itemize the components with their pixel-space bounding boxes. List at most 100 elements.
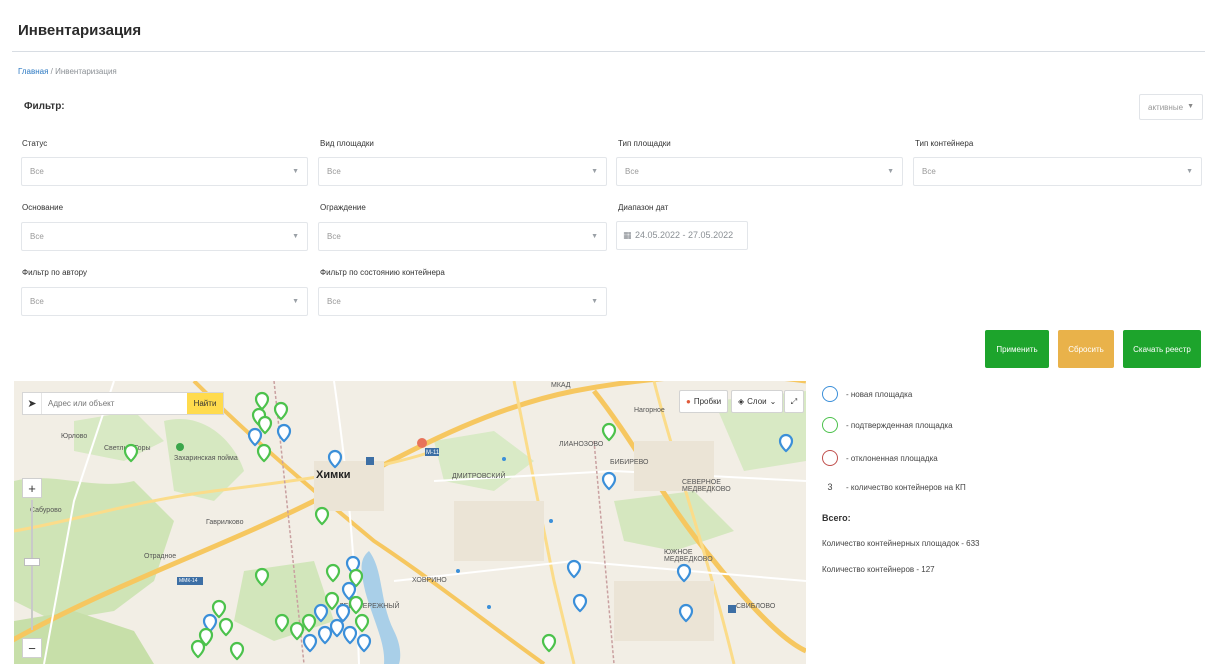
map-search-input[interactable] [41, 393, 187, 414]
map-pin-icon[interactable] [123, 443, 139, 463]
breadcrumb-home-link[interactable]: Главная [18, 67, 48, 76]
status-select[interactable]: Все ▼ [21, 157, 308, 186]
map-pin-icon[interactable] [190, 639, 206, 659]
zoom-in-button[interactable]: + [22, 478, 42, 498]
calendar-icon: ▦ [623, 230, 632, 240]
map-pin-icon[interactable] [257, 415, 273, 435]
map-pin-icon[interactable] [325, 563, 341, 583]
zoom-out-button[interactable]: − [22, 638, 42, 658]
chevron-down-icon: ▼ [591, 233, 598, 240]
map-pin-icon[interactable] [572, 593, 588, 613]
site-type-label: Тип площадки [618, 139, 671, 148]
map-pin-icon[interactable] [566, 559, 582, 579]
expand-icon: ⤢ [790, 396, 798, 406]
map-pin-icon[interactable] [601, 471, 617, 491]
container-state-value: Все [327, 297, 341, 306]
layers-label: Слои [747, 397, 767, 406]
total-containers: Количество контейнеров - 127 [822, 565, 935, 574]
chevron-down-icon: ▼ [292, 168, 299, 175]
map-pin-icon[interactable] [676, 563, 692, 583]
base-label: Основание [22, 203, 64, 212]
site-type-select[interactable]: Все ▼ [616, 157, 903, 186]
map-pin-icon[interactable] [274, 613, 290, 633]
apply-button[interactable]: Применить [985, 330, 1049, 368]
status-label: Статус [22, 139, 48, 148]
map-pin-icon[interactable] [327, 449, 343, 469]
map-pin-icon[interactable] [778, 433, 794, 453]
container-type-label: Тип контейнера [915, 139, 974, 148]
zoom-control: + − [22, 478, 42, 664]
location-arrow-icon[interactable]: ➤ [23, 397, 41, 410]
legend-rejected-site: - отклоненная площадка [822, 450, 938, 466]
totals-title: Всего: [822, 513, 851, 523]
map-pin-icon[interactable] [317, 625, 333, 645]
chevron-down-icon: ⌄ [769, 397, 777, 406]
status-value: Все [30, 167, 44, 176]
map-pin-icon[interactable] [256, 443, 272, 463]
traffic-icon: ● [686, 397, 691, 406]
site-kind-value: Все [327, 167, 341, 176]
map-pin-icon[interactable] [356, 633, 372, 653]
author-select[interactable]: Все ▼ [21, 287, 308, 316]
chevron-down-icon: ▼ [887, 168, 894, 175]
map-pin-icon[interactable] [313, 603, 329, 623]
chevron-down-icon: ▼ [292, 233, 299, 240]
fence-value: Все [327, 232, 341, 241]
map-pin-icon[interactable] [678, 603, 694, 623]
map-pin-icon[interactable] [329, 618, 345, 638]
map-pin-icon[interactable] [302, 633, 318, 653]
chevron-down-icon: ▼ [1187, 103, 1194, 110]
container-state-label: Фильтр по состоянию контейнера [320, 268, 445, 277]
zoom-slider-handle[interactable] [24, 558, 40, 566]
download-registry-button[interactable]: Скачать реестр [1123, 330, 1201, 368]
legend-confirmed-site: - подтвержденная площадка [822, 417, 953, 433]
legend-new-site: - новая площадка [822, 386, 912, 402]
map-pin-icon[interactable] [354, 613, 370, 633]
map-view[interactable]: Юрлово Светлые Горы Захаринская пойма Са… [14, 381, 806, 664]
map-pin-icon[interactable] [314, 506, 330, 526]
container-type-select[interactable]: Все ▼ [913, 157, 1202, 186]
chevron-down-icon: ▼ [591, 298, 598, 305]
map-pin-icon[interactable] [254, 391, 270, 411]
fence-label: Ограждение [320, 203, 366, 212]
map-pin-icon[interactable] [273, 401, 289, 421]
map-pin-icon[interactable] [254, 567, 270, 587]
map-pin-icon[interactable] [211, 599, 227, 619]
date-range-value: 24.05.2022 - 27.05.2022 [635, 230, 734, 240]
chevron-down-icon: ▼ [1186, 168, 1193, 175]
fullscreen-button[interactable]: ⤢ [784, 390, 804, 413]
total-sites: Количество контейнерных площадок - 633 [822, 539, 980, 548]
legend-count-label: - количество контейнеров на КП [846, 482, 966, 492]
map-pin-icon[interactable] [276, 423, 292, 443]
page-title: Инвентаризация [18, 22, 142, 39]
map-pin-icon[interactable] [229, 641, 245, 661]
map-pin-icon[interactable] [541, 633, 557, 653]
map-pin-icon[interactable] [301, 613, 317, 633]
map-pin-icon[interactable] [601, 422, 617, 442]
base-select[interactable]: Все ▼ [21, 222, 308, 251]
map-pin-icon[interactable] [342, 625, 358, 645]
map-pin-icon[interactable] [335, 603, 351, 623]
legend-confirmed-label: - подтвержденная площадка [846, 420, 953, 430]
date-range-input[interactable]: ▦ 24.05.2022 - 27.05.2022 [616, 221, 748, 250]
site-kind-label: Вид площадки [320, 139, 374, 148]
map-pin-icon[interactable] [247, 427, 263, 447]
chevron-down-icon: ▼ [591, 168, 598, 175]
reset-button[interactable]: Сбросить [1058, 330, 1114, 368]
layers-button[interactable]: ◈ Слои ⌄ [731, 390, 784, 413]
green-ring-icon [822, 417, 838, 433]
map-pin-icon[interactable] [218, 617, 234, 637]
active-filter-select[interactable]: активные ▼ [1139, 94, 1203, 120]
traffic-button[interactable]: ● Пробки [679, 390, 729, 413]
map-pin-icon[interactable] [324, 591, 340, 611]
map-pin-icon[interactable] [289, 621, 305, 641]
author-label: Фильтр по автору [22, 268, 88, 277]
blue-ring-icon [822, 386, 838, 402]
legend-container-count: 3 - количество контейнеров на КП [822, 482, 966, 492]
site-kind-select[interactable]: Все ▼ [318, 157, 607, 186]
layers-icon: ◈ [738, 397, 745, 406]
fence-select[interactable]: Все ▼ [318, 222, 607, 251]
map-find-button[interactable]: Найти [187, 393, 223, 414]
container-state-select[interactable]: Все ▼ [318, 287, 607, 316]
map-pin-icon[interactable] [348, 595, 364, 615]
